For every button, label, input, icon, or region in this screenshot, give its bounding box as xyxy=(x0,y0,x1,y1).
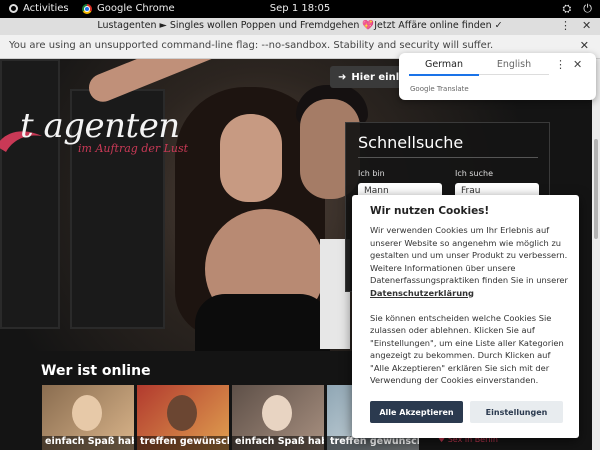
profile-caption: einfach Spaß haben xyxy=(42,436,134,450)
profile-photo xyxy=(72,395,102,431)
profile-card[interactable]: einfach Spaß haben xyxy=(232,385,324,450)
hero-photo-face xyxy=(220,114,282,202)
profile-caption: treffen gewünscht xyxy=(137,436,229,450)
hero-photo-top xyxy=(195,294,330,354)
tab-english[interactable]: English xyxy=(479,59,549,75)
activities-button[interactable]: Activities xyxy=(9,3,69,14)
who-is-online-title: Wer ist online xyxy=(41,363,151,379)
divider xyxy=(358,157,538,158)
login-icon: ➜ xyxy=(338,71,347,83)
power-icon[interactable]: ⏻ xyxy=(583,2,592,16)
profile-photo xyxy=(167,395,197,431)
profile-card[interactable]: einfach Spaß haben xyxy=(42,385,134,450)
cookie-title: Wir nutzen Cookies! xyxy=(370,205,490,217)
privacy-policy-link[interactable]: Datenschutzerklärung xyxy=(370,288,474,298)
logo-tagline: im Auftrag der Lust xyxy=(78,142,189,155)
window-titlebar: Lustagenten ► Singles wollen Poppen und … xyxy=(0,18,600,35)
profile-photo xyxy=(262,395,292,431)
chrome-icon xyxy=(82,3,92,14)
background-door xyxy=(0,59,60,329)
infobar-message: You are using an unsupported command-lin… xyxy=(9,40,494,51)
looking-for-label: Ich suche xyxy=(455,169,493,178)
app-menu[interactable]: Google Chrome xyxy=(82,3,175,14)
i-am-label: Ich bin xyxy=(358,169,385,178)
quick-search-title: Schnellsuche xyxy=(358,133,464,152)
profile-caption: treffen gewünscht xyxy=(327,436,419,450)
scrollbar-thumb[interactable] xyxy=(594,139,598,239)
infobar-close-icon[interactable]: ✕ xyxy=(580,39,589,52)
clock[interactable]: Sep 1 18:05 xyxy=(270,3,330,14)
app-name: Google Chrome xyxy=(97,3,175,14)
activities-icon xyxy=(9,4,18,13)
activities-label: Activities xyxy=(23,3,69,14)
translate-popup: German English ⋮ ✕ Google Translate xyxy=(399,53,596,100)
system-top-bar: Activities Google Chrome Sep 1 18:05 ⛭ ⏻ xyxy=(0,0,600,18)
window-close-icon[interactable]: ✕ xyxy=(582,19,591,32)
profile-caption: einfach Spaß haben xyxy=(232,436,324,450)
translate-more-icon[interactable]: ⋮ xyxy=(555,58,566,71)
cookie-text-choices: Sie können entscheiden welche Cookies Si… xyxy=(370,312,564,386)
logo-text: t agenten xyxy=(20,106,180,146)
tab-german[interactable]: German xyxy=(409,59,479,76)
profile-card[interactable]: treffen gewünscht xyxy=(137,385,229,450)
window-title: Lustagenten ► Singles wollen Poppen und … xyxy=(97,20,503,31)
cookie-text: Wir verwenden Cookies um Ihr Erlebnis au… xyxy=(370,224,570,387)
menu-icon[interactable]: ⋮ xyxy=(560,19,571,32)
page-scrollbar[interactable] xyxy=(592,59,600,450)
cookie-settings-button[interactable]: Einstellungen xyxy=(470,401,563,423)
network-icon[interactable]: ⛭ xyxy=(562,2,571,16)
translate-brand: Google Translate xyxy=(410,85,469,93)
cookie-text-intro: Wir verwenden Cookies um Ihr Erlebnis au… xyxy=(370,225,568,285)
system-tray[interactable]: ⛭ ⏻ xyxy=(562,2,592,16)
accept-all-button[interactable]: Alle Akzeptieren xyxy=(370,401,463,423)
translate-close-icon[interactable]: ✕ xyxy=(573,58,582,71)
cookie-dialog: Wir nutzen Cookies! Wir verwenden Cookie… xyxy=(352,195,579,438)
